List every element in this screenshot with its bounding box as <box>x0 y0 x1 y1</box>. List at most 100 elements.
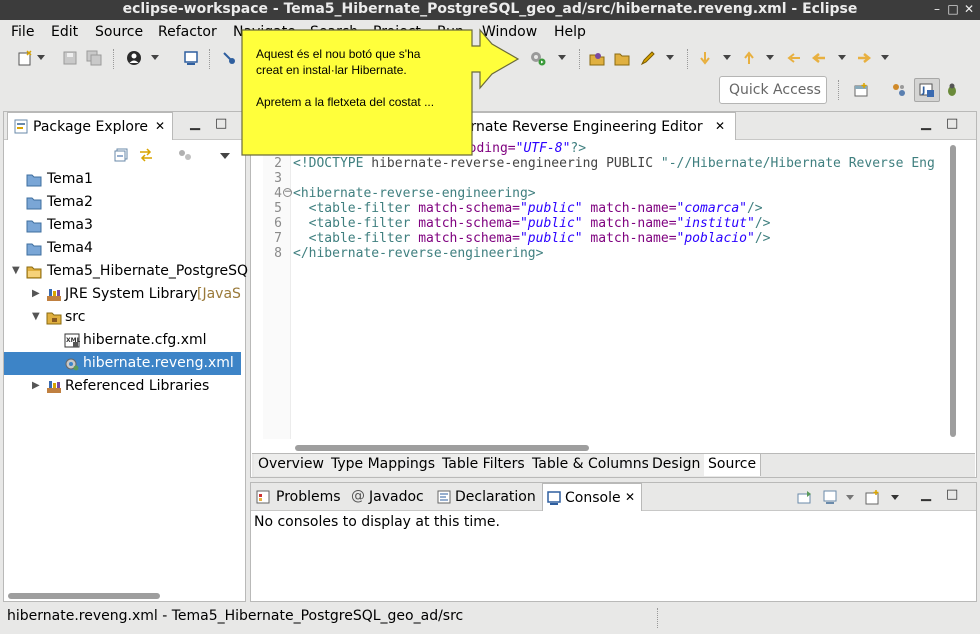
attr-name: match-name= <box>582 231 677 246</box>
tab-declaration[interactable]: Declaration <box>435 483 541 511</box>
expanded-arrow-icon[interactable]: ▼ <box>32 311 40 322</box>
minimize-view-icon[interactable]: ▁ <box>921 488 931 502</box>
skip-breakpoints-icon[interactable] <box>221 50 237 66</box>
open-console-icon[interactable] <box>183 50 199 66</box>
tab-console[interactable]: Console ✕ <box>542 483 642 511</box>
hibernate-run-dropdown-icon[interactable] <box>558 55 566 60</box>
tree-item-jre-system-library[interactable]: ▶ JRE System Library [JavaS <box>4 283 241 306</box>
vertical-scrollbar[interactable] <box>950 145 956 437</box>
tab-table-filters[interactable]: Table Filters <box>438 454 530 476</box>
forward-icon[interactable] <box>856 50 872 66</box>
previous-annotation-dropdown-icon[interactable] <box>766 55 774 60</box>
edit-pen-dropdown-icon[interactable] <box>666 55 674 60</box>
profile-icon[interactable] <box>126 50 142 66</box>
quick-access-field[interactable]: Quick Access <box>719 76 827 104</box>
link-with-editor-icon[interactable] <box>138 147 154 163</box>
maximize-view-icon[interactable]: □ <box>946 117 958 131</box>
console-label: Console <box>565 490 621 506</box>
last-edit-location-icon[interactable] <box>786 50 802 66</box>
close-icon[interactable]: ✕ <box>625 490 635 504</box>
tree-item-hibernate-cfg[interactable]: XML hibernate.cfg.xml <box>4 329 241 352</box>
tab-type-mappings[interactable]: Type Mappings <box>327 454 440 476</box>
tree-item-tema3[interactable]: Tema3 <box>4 214 241 237</box>
expanded-arrow-icon[interactable]: ▼ <box>12 265 20 276</box>
pin-console-icon[interactable] <box>797 490 813 504</box>
back-icon[interactable] <box>811 50 827 66</box>
close-window-button[interactable]: ✕ <box>962 2 976 16</box>
edit-pen-icon[interactable] <box>640 50 656 66</box>
maximize-button[interactable]: □ <box>946 2 960 16</box>
tree-item-tema5-project[interactable]: ▼ Tema5_Hibernate_PostgreSQ <box>4 260 248 283</box>
open-type-icon[interactable] <box>589 50 605 66</box>
tree-item-referenced-libraries[interactable]: ▶ Referenced Libraries <box>4 375 241 398</box>
collapsed-arrow-icon[interactable]: ▶ <box>32 380 40 391</box>
tree-item-hibernate-reveng[interactable]: hibernate.reveng.xml <box>4 352 241 375</box>
forward-dropdown-icon[interactable] <box>881 55 889 60</box>
minimize-view-icon[interactable]: ▁ <box>190 117 200 131</box>
fold-icon[interactable]: − <box>283 188 292 197</box>
tab-javadoc[interactable]: @ Javadoc <box>349 483 433 511</box>
tab-table-columns[interactable]: Table & Columns <box>528 454 654 476</box>
tab-design[interactable]: Design <box>648 454 706 476</box>
save-all-icon[interactable] <box>86 50 102 66</box>
tag-open: <table-filter <box>293 216 419 231</box>
code-line-4[interactable]: <hibernate-reverse-engineering> <box>293 186 536 201</box>
problems-icon <box>256 490 270 504</box>
open-folder-icon[interactable] <box>614 50 630 66</box>
minimize-button[interactable]: – <box>930 2 944 16</box>
new-console-dropdown-icon[interactable] <box>891 495 899 500</box>
open-console-dropdown-icon[interactable] <box>865 489 881 505</box>
open-perspective-icon[interactable] <box>853 82 869 98</box>
code-line-8[interactable]: </hibernate-reverse-engineering> <box>293 246 543 261</box>
line-number: 6 <box>274 216 282 231</box>
new-icon[interactable] <box>17 50 33 66</box>
window-title: eclipse-workspace - Tema5_Hibernate_Post… <box>122 1 858 17</box>
code-line-6[interactable]: <table-filter match-schema="public" matc… <box>293 216 771 231</box>
hibernate-run-icon[interactable] <box>530 50 546 66</box>
line-number: 7 <box>274 231 282 246</box>
menu-edit[interactable]: Edit <box>51 24 78 40</box>
new-dropdown-icon[interactable] <box>37 55 45 60</box>
collapse-all-icon[interactable] <box>114 148 128 162</box>
previous-annotation-icon[interactable] <box>741 50 757 66</box>
svg-text:J: J <box>921 86 925 96</box>
menu-refactor[interactable]: Refactor <box>158 24 217 40</box>
view-menu-icon[interactable] <box>220 153 230 159</box>
tree-item-src[interactable]: ▼ src <box>4 306 241 329</box>
tree-item-tema2[interactable]: Tema2 <box>4 191 241 214</box>
menu-file[interactable]: File <box>11 24 34 40</box>
tab-package-explorer[interactable]: Package Explore ✕ <box>7 112 173 140</box>
code-line-5[interactable]: <table-filter match-schema="public" matc… <box>293 201 763 216</box>
menu-help[interactable]: Help <box>554 24 586 40</box>
editor-horizontal-scrollbar[interactable] <box>295 445 589 451</box>
toolbar-separator <box>209 49 210 69</box>
maximize-view-icon[interactable]: □ <box>215 117 227 131</box>
menu-source[interactable]: Source <box>95 24 143 40</box>
next-annotation-dropdown-icon[interactable] <box>723 55 731 60</box>
display-console-dropdown-icon[interactable] <box>846 495 854 500</box>
debug-perspective-icon[interactable] <box>944 82 960 98</box>
code-line-7[interactable]: <table-filter match-schema="public" matc… <box>293 231 771 246</box>
java-perspective-button[interactable]: J <box>914 78 940 102</box>
tab-source[interactable]: Source <box>704 454 762 476</box>
filter-icon[interactable] <box>178 148 192 162</box>
line-number: 5 <box>274 201 282 216</box>
tree-item-tema4[interactable]: Tema4 <box>4 237 241 260</box>
profile-dropdown-icon[interactable] <box>151 55 159 60</box>
package-explorer-view: Package Explore ✕ ▁ □ Tema1 Tema2 Tema3 … <box>3 111 248 602</box>
close-icon[interactable]: ✕ <box>715 119 725 133</box>
collapsed-arrow-icon[interactable]: ▶ <box>32 288 40 299</box>
minimize-view-icon[interactable]: ▁ <box>921 117 931 131</box>
decl-end: ?> <box>570 141 587 156</box>
maximize-view-icon[interactable]: □ <box>946 488 958 502</box>
next-annotation-icon[interactable] <box>697 50 713 66</box>
close-icon[interactable]: ✕ <box>155 119 165 133</box>
tab-problems[interactable]: Problems <box>253 483 345 511</box>
back-dropdown-icon[interactable] <box>838 55 846 60</box>
hibernate-perspective-icon[interactable] <box>891 82 907 98</box>
horizontal-scrollbar[interactable] <box>8 593 160 599</box>
tab-overview[interactable]: Overview <box>254 454 329 476</box>
tree-item-tema1[interactable]: Tema1 <box>4 168 241 191</box>
save-icon[interactable] <box>62 50 78 66</box>
display-console-icon[interactable] <box>823 490 839 504</box>
